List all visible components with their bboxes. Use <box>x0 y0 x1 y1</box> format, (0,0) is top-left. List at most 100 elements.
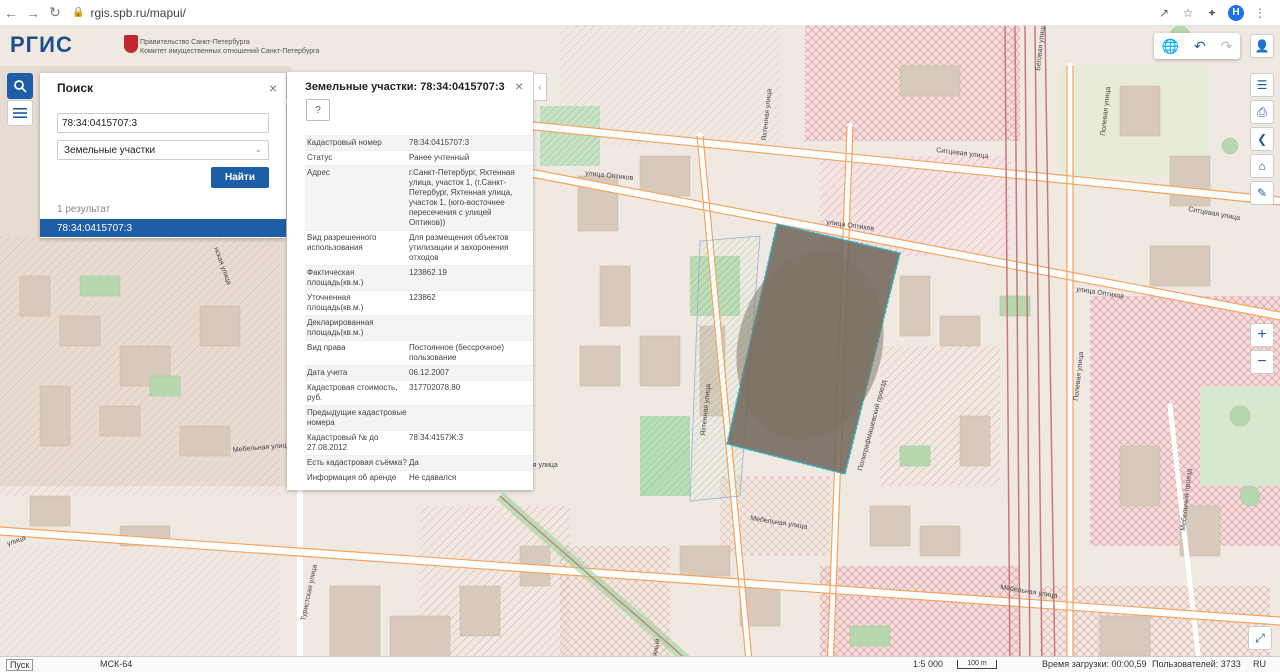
search-icon <box>14 80 27 93</box>
forward-icon[interactable]: → <box>22 2 44 24</box>
scale-bar: 100 m <box>957 660 997 669</box>
info-key: Декларированная площадь(кв.м.) <box>307 318 374 337</box>
info-row: Адрес г.Санкт-Петербург, Яхтенная улица, … <box>305 165 533 230</box>
menu-button[interactable] <box>7 100 33 126</box>
info-value: Не сдавался <box>409 473 457 482</box>
undo-icon[interactable]: ↶ <box>1194 38 1206 55</box>
share-icon[interactable]: ↗ <box>1156 5 1172 21</box>
info-row: Статус Ранее учтенный <box>305 150 533 165</box>
language-switch[interactable]: RU <box>1253 659 1266 669</box>
start-button[interactable]: Пуск <box>6 659 34 671</box>
info-key: Уточненная площадь(кв.м.) <box>307 293 364 312</box>
org-line-1: Правительство Санкт-Петербурга <box>140 39 250 46</box>
info-row: Информация об аренде Не сдавался <box>305 470 533 485</box>
object-type-select[interactable]: Земельные участки ⌄ <box>57 140 269 160</box>
extensions-icon[interactable]: ✦ <box>1204 5 1220 21</box>
search-panel-title: Поиск <box>57 81 94 95</box>
info-key: Информация об аренде <box>307 473 397 482</box>
load-time: Время загрузки: 00:00,59 <box>1042 659 1147 669</box>
info-key: Вид разрешенного использования <box>307 233 377 252</box>
object-type-value: Земельные участки <box>64 145 156 156</box>
home-icon: ⌂ <box>1258 159 1266 173</box>
info-value <box>409 318 533 338</box>
zoom-in-button[interactable]: + <box>1250 323 1274 347</box>
search-result-item[interactable]: 78:34:0415707:3 <box>40 219 286 237</box>
search-tool-button[interactable] <box>7 73 33 99</box>
chevron-left-icon: ‹ <box>538 81 542 93</box>
result-count: 1 результат <box>57 204 111 215</box>
info-row: Вид разрешенного использования Для размещ… <box>305 230 533 265</box>
layers-icon: ☰ <box>1256 78 1268 92</box>
coat-of-arms-icon <box>124 35 138 53</box>
info-value: Да <box>409 458 419 467</box>
layers-button[interactable]: ☰ <box>1250 73 1274 97</box>
redo-icon[interactable]: ↷ <box>1221 38 1233 55</box>
home-button[interactable]: ⌂ <box>1250 154 1274 178</box>
share-map-button[interactable]: ❮ <box>1250 127 1274 151</box>
info-panel-title: Земельные участки: 78:34:0415707:3 <box>305 81 505 93</box>
chevron-down-icon: ⌄ <box>254 144 262 154</box>
info-row: Дата учета 06.12.2007 <box>305 365 533 380</box>
info-table: Кадастровый номер 78:34:0415707:3 Статус Р… <box>305 135 533 485</box>
info-row: Фактическая площадь(кв.м.) 123862.19 <box>305 265 533 290</box>
user-icon: 👤 <box>1254 39 1270 53</box>
menu-dots-icon[interactable]: ⋮ <box>1252 5 1268 21</box>
fullscreen-button[interactable]: ⤢ <box>1248 626 1272 650</box>
info-row: Декларированная площадь(кв.м.) <box>305 315 533 340</box>
user-button[interactable]: 👤 <box>1250 34 1274 58</box>
url-text: rgis.spb.ru/mapui/ <box>90 5 186 20</box>
print-button[interactable]: ⎙ <box>1250 100 1274 124</box>
info-value: 123862 <box>409 293 436 302</box>
info-key: Статус <box>307 153 333 162</box>
org-line-2: Комитет имущественных отношений Санкт-Пе… <box>140 48 320 55</box>
info-row: Кадастровый номер 78:34:0415707:3 <box>305 135 533 150</box>
logo-text: РГИС <box>10 32 73 57</box>
info-value <box>409 408 533 428</box>
top-right-toolbar: 🌐 ↶ ↷ <box>1154 33 1240 59</box>
lock-icon: 🔒 <box>72 7 85 18</box>
draw-button[interactable]: ✎ <box>1250 181 1274 205</box>
globe-icon[interactable]: 🌐 <box>1162 38 1179 55</box>
search-close-icon[interactable]: × <box>269 81 277 95</box>
info-row: Предыдущие кадастровые номера <box>305 405 533 430</box>
crs-label[interactable]: МСК-64 <box>100 659 132 669</box>
info-value: Постоянное (бессрочное) пользование <box>409 343 504 362</box>
zoom-out-button[interactable]: − <box>1250 350 1274 374</box>
info-value: Для размещения объектов утилизации и зах… <box>409 233 509 262</box>
print-icon: ⎙ <box>1257 104 1267 119</box>
info-value: 78:34:0415707:3 <box>409 138 470 147</box>
info-value: 123862.19 <box>409 268 447 277</box>
info-value: г.Санкт-Петербург, Яхтенная улица, участ… <box>409 168 515 227</box>
cadastral-search-input[interactable] <box>57 113 269 133</box>
reload-icon[interactable]: ↻ <box>44 2 66 24</box>
users-count: Пользователей: 3733 <box>1152 659 1241 669</box>
rgis-logo[interactable]: РГИС <box>10 32 73 58</box>
profile-avatar[interactable]: H <box>1228 4 1244 21</box>
info-close-icon[interactable]: × <box>515 79 523 93</box>
star-icon[interactable]: ☆ <box>1180 5 1196 21</box>
info-value: Ранее учтенный <box>409 153 470 162</box>
back-icon[interactable]: ← <box>0 2 22 24</box>
info-key: Вид права <box>307 343 346 352</box>
find-button[interactable]: Найти <box>211 167 269 188</box>
share-icon: ❮ <box>1256 132 1268 146</box>
scale-label: 1:5 000 <box>913 659 944 669</box>
help-icon[interactable]: ? <box>306 99 330 121</box>
browser-toolbar: ← → ↻ 🔒 rgis.spb.ru/mapui/ ↗ ☆ ✦ H ⋮ <box>0 0 1280 26</box>
info-value: 06.12.2007 <box>409 368 450 377</box>
status-bar: Пуск МСК-64 1:5 000 100 m Время загрузки… <box>0 656 1280 672</box>
collapse-panel-button[interactable]: ‹ <box>533 73 547 101</box>
plus-icon: + <box>1257 326 1267 343</box>
expand-icon: ⤢ <box>1255 630 1265 645</box>
info-key: Кадастровый номер <box>307 138 382 147</box>
info-key: Есть кадастровая съёмка? <box>307 458 407 467</box>
info-key: Кадастровая стоимость, руб. <box>307 383 398 402</box>
info-row: Уточненная площадь(кв.м.) 123862 <box>305 290 533 315</box>
info-key: Предыдущие кадастровые номера <box>307 408 407 427</box>
info-value: 78:34:4157Ж:3 <box>409 433 464 442</box>
info-row: Есть кадастровая съёмка? Да <box>305 455 533 470</box>
minus-icon: − <box>1257 353 1267 370</box>
hamburger-icon <box>13 108 27 118</box>
info-row: Кадастровая стоимость, руб. 317702078.80 <box>305 380 533 405</box>
address-bar[interactable]: 🔒 rgis.spb.ru/mapui/ <box>66 3 1156 23</box>
